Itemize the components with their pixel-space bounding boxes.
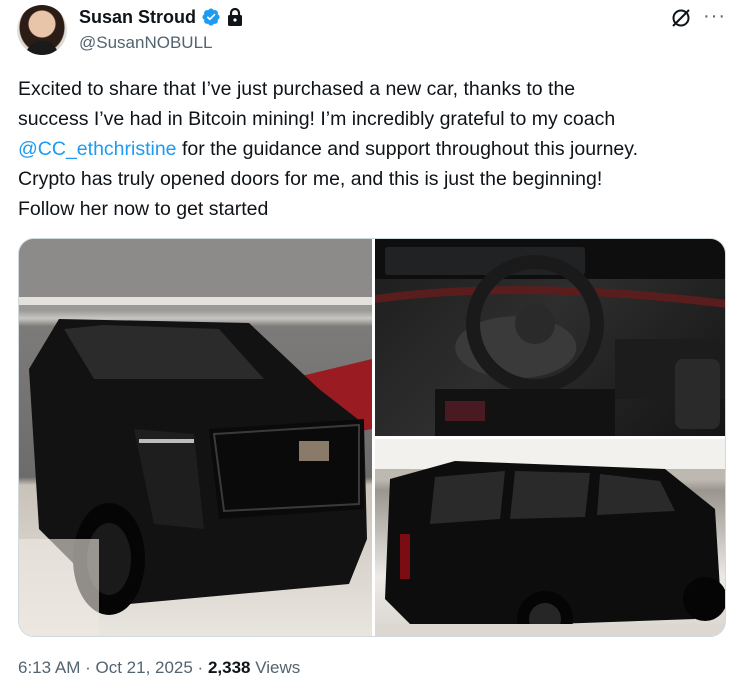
car-front-photo[interactable] <box>19 239 372 636</box>
more-icon[interactable]: ··· <box>703 6 726 26</box>
tweet-time[interactable]: 6:13 AM <box>18 658 80 677</box>
tweet-line: Follow her now to get started <box>18 198 269 220</box>
author-handle[interactable]: @SusanNOBULL <box>79 33 213 53</box>
meta-separator: · <box>192 658 208 677</box>
car-side-photo[interactable] <box>375 439 725 636</box>
meta-separator: · <box>80 658 96 677</box>
interior-graphic <box>375 239 725 436</box>
verified-badge-icon <box>202 8 220 26</box>
views-count: 2,338 <box>207 658 251 677</box>
suv-front-graphic <box>19 239 372 636</box>
views-label: Views <box>250 658 301 677</box>
suv-side-graphic <box>375 439 725 636</box>
lock-icon <box>228 7 243 26</box>
tweet-date[interactable]: Oct 21, 2025 <box>95 658 192 677</box>
tweet-line: Crypto has truly opened doors for me, an… <box>18 168 603 190</box>
tweet-line: Excited to share that I’ve just purchase… <box>18 78 576 100</box>
avatar-shoulders <box>25 41 59 55</box>
media-grid <box>18 238 726 637</box>
grok-icon[interactable] <box>670 7 692 29</box>
tweet-line: @CC_ethchristine for the guidance and su… <box>18 134 723 164</box>
tweet-line-rest: for the guidance and support throughout … <box>176 138 638 160</box>
mention-link[interactable]: @CC_ethchristine <box>18 138 177 160</box>
car-interior-photo[interactable] <box>375 239 725 436</box>
author-avatar[interactable] <box>17 5 67 55</box>
tweet-line: success I’ve had in Bitcoin mining! I’m … <box>18 108 616 130</box>
tweet-meta: 6:13 AM · Oct 21, 2025 · 2,338 Views <box>18 658 300 678</box>
tweet-text: Excited to share that I’ve just purchase… <box>18 74 723 224</box>
author-display-name[interactable]: Susan Stroud <box>79 7 196 28</box>
author-name-row: Susan Stroud <box>79 6 244 28</box>
